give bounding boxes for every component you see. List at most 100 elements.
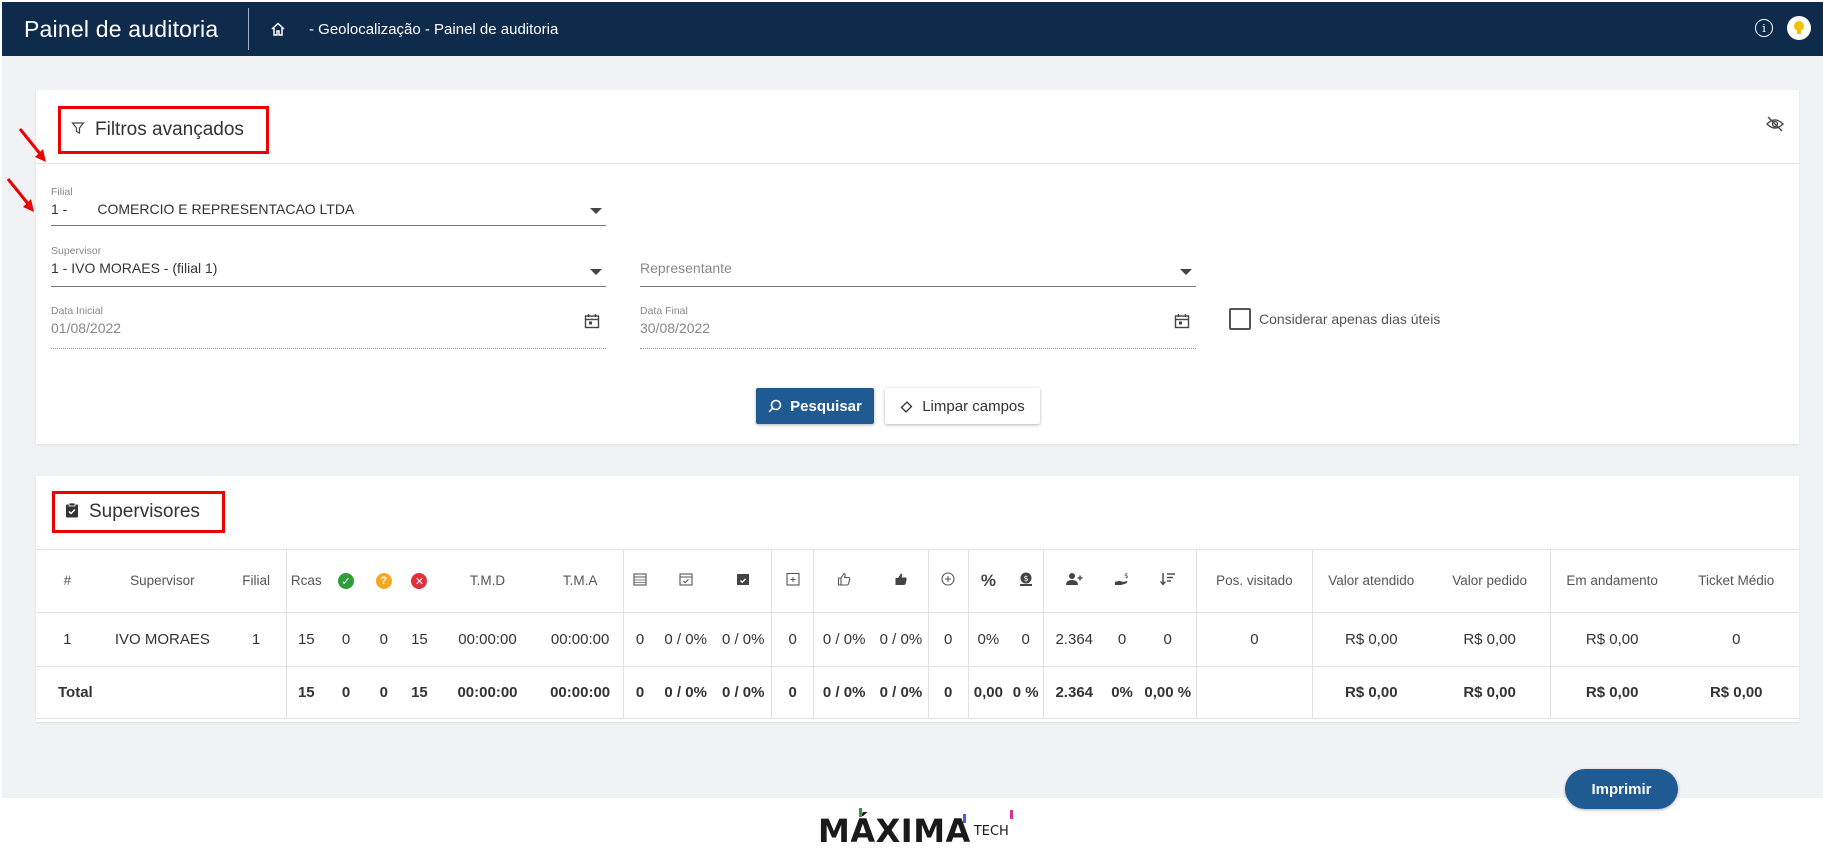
chevron-down-icon [1180,269,1192,275]
table-cell: 0 / 0% [874,612,929,667]
data-final-field[interactable]: Data Final 30/08/2022 [640,305,1196,349]
calendar-filled-icon [715,550,772,613]
table-cell: 0 [771,612,814,667]
calendar-plus-icon [771,550,814,613]
table-cell: 0 / 0% [874,666,929,719]
data-inicial-field[interactable]: Data Inicial 01/08/2022 [51,305,606,349]
print-button[interactable]: Imprimir [1565,769,1678,809]
col-pos-visitado[interactable]: Pos. visitado [1195,550,1313,613]
filial-select[interactable]: Filial 1 - COMERCIO E REPRESENTACAO LTDA [51,186,606,226]
question-circle-icon: ? [366,550,402,613]
data-final-value: 30/08/2022 [640,320,711,336]
supervisor-label: Supervisor [51,245,102,257]
table-cell [1195,666,1313,719]
calendar-icon[interactable] [584,313,600,334]
filters-title: Filtros avançados [95,119,244,140]
table-cell: 00:00:00 [537,612,624,667]
data-inicial-label: Data Inicial [51,305,103,317]
table-cell: 15 [286,666,326,719]
table-cell: R$ 0,00 [1673,666,1799,719]
table-cell: 0 [927,612,969,667]
calendar-icon[interactable] [1174,313,1190,334]
filial-code: 1 - [51,201,68,217]
col-tma[interactable]: T.M.A [537,550,624,613]
filial-name: COMERCIO E REPRESENTACAO LTDA [97,201,355,217]
calendar-grid-icon [623,550,656,613]
col-ticket-medio[interactable]: Ticket Médio [1673,550,1799,613]
table-cell: 0 [1673,612,1799,667]
col-valor-atendido[interactable]: Valor atendido [1312,550,1430,613]
table-cell: 0 [1195,612,1313,667]
filters-title-highlight: Filtros avançados [58,106,269,154]
table-cell: 0 % [1008,666,1044,719]
table-cell: 0 [623,612,656,667]
top-bar: Painel de auditoria - Geolocalização - P… [2,2,1823,56]
lightbulb-icon[interactable] [1787,16,1811,40]
representante-select[interactable]: Representante [640,245,1196,287]
table-cell: R$ 0,00 [1312,612,1430,667]
table-cell [98,666,227,719]
table-cell: 00:00:00 [437,666,538,719]
plus-circle-icon [927,550,969,613]
table-cell: R$ 0,00 [1312,666,1430,719]
table-total-row[interactable]: Total 15 0 0 15 00:00:00 00:00:00 0 0 / 0% 0 / 0%… [36,666,1799,719]
supervisores-table: # Supervisor Filial Rcas ✓ ? ✕ T.M.D T.M… [36,550,1799,719]
annotation-arrow [18,128,46,162]
chevron-down-icon [590,269,602,275]
table-row[interactable]: 1 IVO MORAES 1 15 0 0 15 00:00:00 00:00:00 0 0 / 0… [36,612,1799,667]
col-tmd[interactable]: T.M.D [437,550,538,613]
data-inicial-value: 01/08/2022 [51,320,122,336]
filters-header: Filtros avançados [36,90,1799,164]
col-em-andamento[interactable]: Em andamento [1549,550,1674,613]
sort-desc-icon [1139,550,1197,613]
supervisores-header: Supervisores [36,476,1799,550]
table-cell: 0 / 0% [813,666,875,719]
table-cell: 0 / 0% [655,612,716,667]
dias-uteis-checkbox[interactable]: Considerar apenas dias úteis [1229,308,1440,330]
col-valor-pedido[interactable]: Valor pedido [1429,550,1551,613]
data-final-label: Data Final [640,305,688,317]
home-icon[interactable] [267,18,289,40]
table-cell: 0 / 0% [715,612,772,667]
table-header-row: # Supervisor Filial Rcas ✓ ? ✕ T.M.D T.M… [36,550,1799,613]
search-icon [768,399,782,413]
clear-button[interactable]: Limpar campos [885,388,1040,424]
table-cell: 0 [1139,612,1197,667]
col-supervisor[interactable]: Supervisor [98,550,227,613]
search-button[interactable]: Pesquisar [756,388,874,424]
table-cell: 0 [366,612,402,667]
col-filial[interactable]: Filial [226,550,287,613]
breadcrumb: - Geolocalização - Painel de auditoria [309,20,559,38]
table-cell: 2.364 [1043,666,1105,719]
table-cell: 1 [226,612,287,667]
supervisor-select[interactable]: Supervisor 1 - IVO MORAES - (filial 1) [51,245,606,287]
col-rcas[interactable]: Rcas [286,550,326,613]
col-index: # [36,550,99,613]
maxima-tech-logo: MÁXIMA TECH [818,808,1013,850]
table-cell: R$ 0,00 [1429,612,1551,667]
table-cell: 0,00 % [1139,666,1197,719]
table-cell: 2.364 [1043,612,1105,667]
table-cell: 0 / 0% [655,666,716,719]
info-icon[interactable]: i [1755,19,1773,37]
table-cell: 0% [967,612,1009,667]
table-cell: 0,00 [967,666,1009,719]
supervisores-title-highlight: Supervisores [52,491,225,533]
table-cell: 0% [1104,666,1140,719]
x-circle-icon: ✕ [401,550,438,613]
supervisores-card: Supervisores # Supervisor Filial Rcas ✓ … [36,476,1799,722]
supervisor-value: 1 - IVO MORAES - (filial 1) [51,260,218,276]
table-cell: R$ 0,00 [1549,612,1674,667]
svg-text:$: $ [1023,574,1028,583]
thumb-up-outline-icon [813,550,875,613]
logo-text: MÁXIMA [818,812,971,850]
table-cell: 0 / 0% [813,612,875,667]
hide-filters-icon[interactable] [1765,116,1785,137]
checkbox-box[interactable] [1229,308,1251,330]
supervisores-title: Supervisores [89,501,200,522]
header-divider [248,8,249,50]
table-cell: 15 [401,666,438,719]
representante-placeholder: Representante [640,260,732,276]
search-label: Pesquisar [790,397,862,415]
money-icon: $ [1008,550,1044,613]
